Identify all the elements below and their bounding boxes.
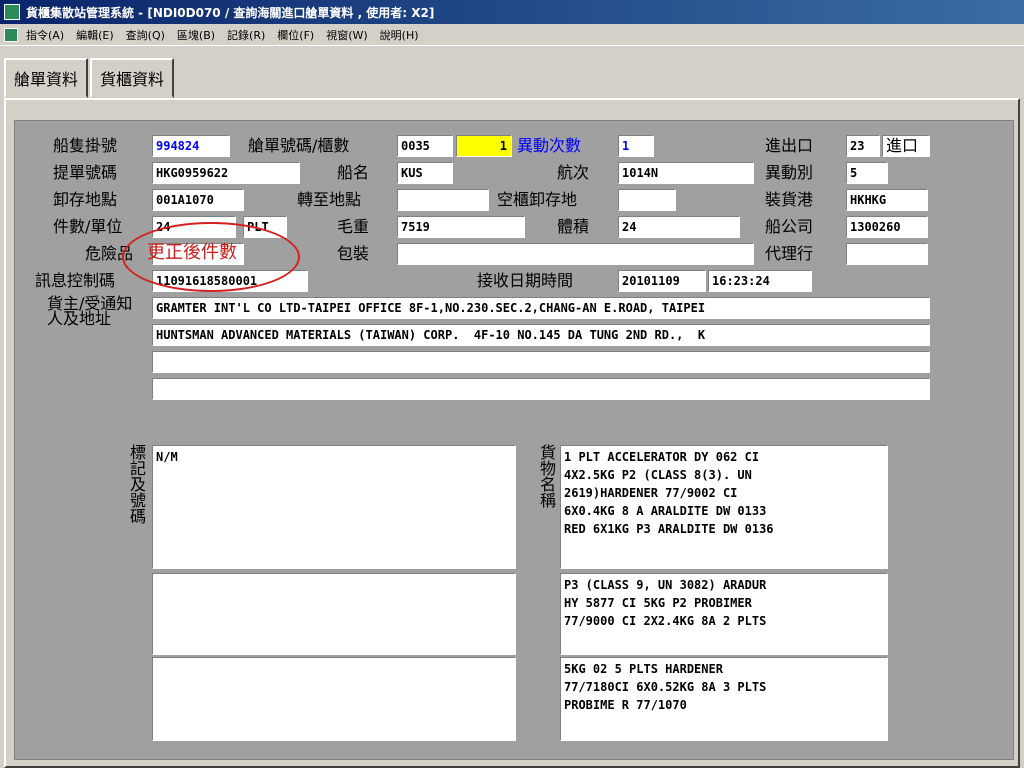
manifest-form: 船隻掛號 994824 艙單號碼/櫃數 0035 1 異動次數 1 進出口 23… (14, 120, 1014, 760)
label-loading-port: 裝貨港 (765, 190, 814, 209)
unload-loc-field[interactable]: 001A1070 (152, 189, 244, 211)
in-out-code-field[interactable]: 23 (846, 135, 880, 157)
label-shipping-co: 船公司 (765, 217, 814, 236)
label-marks: 標記及號碼 (129, 443, 146, 526)
address-line-1[interactable]: GRAMTER INT'L CO LTD-TAIPEI OFFICE 8F-1,… (152, 297, 930, 319)
change-type-field[interactable]: 5 (846, 162, 888, 184)
goods-box-2[interactable]: P3 (CLASS 9, UN 3082) ARADUR HY 5877 CI … (560, 573, 888, 655)
menu-field[interactable]: 欄位(F) (277, 27, 314, 43)
menu-query[interactable]: 查詢(Q) (126, 27, 165, 43)
gross-weight-field[interactable]: 7519 (397, 216, 525, 238)
menu-record[interactable]: 記錄(R) (227, 27, 265, 43)
label-pieces-unit: 件數/單位 (53, 217, 123, 236)
window-title-bar: 貨櫃集散站管理系統 - [NDI0D070 / 查詢海關進口艙單資料 , 使用者… (0, 0, 1024, 24)
label-unload-loc: 卸存地點 (53, 190, 118, 209)
address-line-4[interactable] (152, 378, 930, 400)
packaging-field[interactable] (397, 243, 754, 265)
label-receive-time: 接收日期時間 (477, 271, 574, 290)
volume-field[interactable]: 24 (618, 216, 740, 238)
address-line-3[interactable] (152, 351, 930, 373)
agent-field[interactable] (846, 243, 928, 265)
menu-edit[interactable]: 編輯(E) (76, 27, 114, 43)
tab-manifest[interactable]: 艙單資料 (4, 58, 89, 98)
in-out-text-field[interactable]: 進口 (882, 135, 930, 157)
label-bl-no: 提單號碼 (53, 163, 118, 182)
marks-box-1[interactable]: N/M (152, 445, 516, 569)
label-in-out: 進出口 (765, 136, 814, 155)
tab-container[interactable]: 貨櫃資料 (90, 58, 175, 98)
label-agent: 代理行 (765, 244, 814, 263)
container-count-field[interactable]: 1 (456, 135, 512, 157)
app-menu-icon[interactable] (4, 27, 18, 42)
receive-date-field[interactable]: 20101109 (618, 270, 706, 292)
label-manifest-no: 艙單號碼/櫃數 (248, 136, 350, 155)
label-change-type: 異動別 (765, 163, 814, 182)
voyage-field[interactable]: 1014N (618, 162, 754, 184)
label-voyage: 航次 (557, 163, 590, 182)
label-volume: 體積 (557, 217, 590, 236)
vessel-call-field[interactable]: 994824 (152, 135, 230, 157)
menu-bar: 指令(A) 編輯(E) 查詢(Q) 區塊(B) 記錄(R) 欄位(F) 視窗(W… (0, 24, 1024, 46)
label-shipper-consignee: 貨主/受通知人及地址 (47, 294, 133, 328)
label-vessel-call: 船隻掛號 (53, 136, 118, 155)
window-title: 貨櫃集散站管理系統 - [NDI0D070 / 查詢海關進口艙單資料 , 使用者… (26, 5, 435, 20)
change-count-field[interactable]: 1 (618, 135, 654, 157)
address-line-2[interactable]: HUNTSMAN ADVANCED MATERIALS (TAIWAN) COR… (152, 324, 930, 346)
bl-no-field[interactable]: HKG0959622 (152, 162, 300, 184)
label-goods-name: 貨物名稱 (539, 443, 556, 510)
empty-unload-field[interactable] (618, 189, 676, 211)
menu-help[interactable]: 說明(H) (380, 27, 419, 43)
receive-clock-field[interactable]: 16:23:24 (708, 270, 812, 292)
loading-port-field[interactable]: HKHKG (846, 189, 928, 211)
marks-box-2[interactable] (152, 573, 516, 655)
menu-window[interactable]: 視窗(W) (326, 27, 367, 43)
transfer-loc-field[interactable] (397, 189, 489, 211)
label-msg-control: 訊息控制碼 (35, 271, 116, 290)
label-transfer-loc: 轉至地點 (297, 190, 362, 209)
goods-box-1[interactable]: 1 PLT ACCELERATOR DY 062 CI 4X2.5KG P2 (… (560, 445, 888, 569)
ship-name-field[interactable]: KUS (397, 162, 453, 184)
tab-strip: 艙單資料 貨櫃資料 (4, 58, 176, 98)
annotation-circle (122, 222, 300, 292)
label-packaging: 包裝 (337, 244, 370, 263)
label-gross-weight: 毛重 (337, 217, 370, 236)
label-change-count: 異動次數 (517, 136, 582, 155)
app-icon (4, 4, 20, 20)
menu-command[interactable]: 指令(A) (26, 27, 64, 43)
label-ship-name: 船名 (337, 163, 370, 182)
menu-block[interactable]: 區塊(B) (177, 27, 215, 43)
marks-box-3[interactable] (152, 657, 516, 741)
goods-box-3[interactable]: 5KG 02 5 PLTS HARDENER 77/7180CI 6X0.52K… (560, 657, 888, 741)
label-empty-unload: 空櫃卸存地 (497, 190, 578, 209)
manifest-no-field[interactable]: 0035 (397, 135, 453, 157)
shipping-co-field[interactable]: 1300260 (846, 216, 928, 238)
